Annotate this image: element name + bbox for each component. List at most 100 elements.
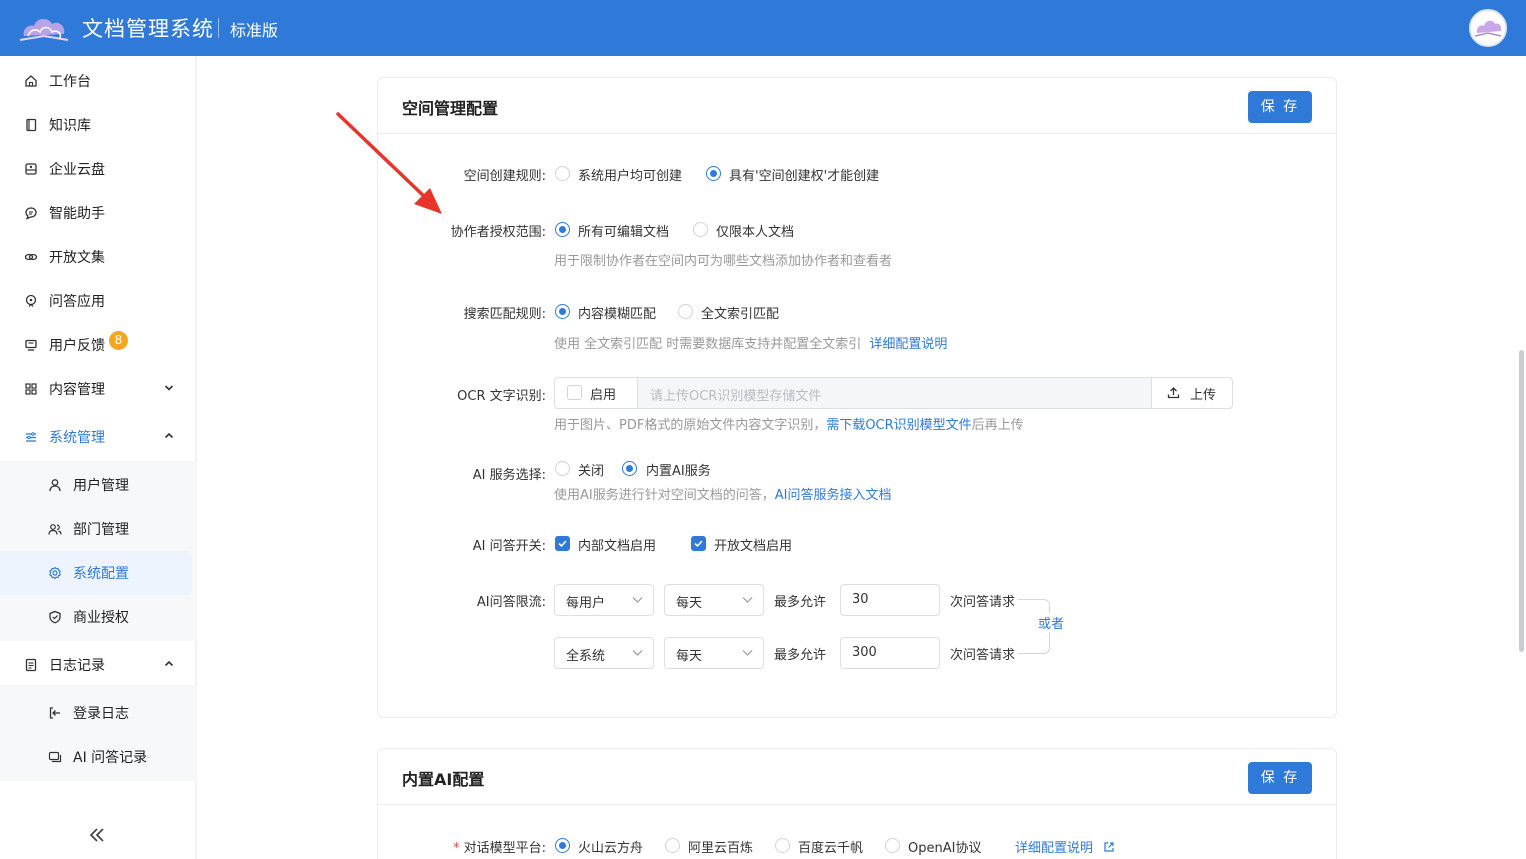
check-icon xyxy=(558,540,567,548)
main-scrollbar[interactable] xyxy=(1519,350,1524,652)
upload-label: 上传 xyxy=(1190,388,1217,403)
card-header: 内置AI配置 保 存 xyxy=(378,749,1336,805)
sidebar-item-knowledge-base[interactable]: 知识库 xyxy=(0,103,196,147)
limit-period-select-user[interactable]: 每天 xyxy=(664,584,764,616)
ocr-file-field[interactable]: 请上传OCR识别模型存储文件 xyxy=(638,378,1152,408)
sidebar-item-login-log[interactable]: 登录日志 xyxy=(0,691,196,735)
main-content: 空间管理配置 保 存 空间创建规则: 系统用户均可创建 具有'空间创建权'才能创… xyxy=(197,56,1526,859)
ai-limit-label: AI问答限流: xyxy=(476,595,546,610)
search-rule-radio-fulltext[interactable] xyxy=(678,304,693,319)
external-link-icon xyxy=(1104,842,1114,852)
platform-radio-volcano[interactable] xyxy=(555,838,570,853)
limit-period-select-system[interactable]: 每天 xyxy=(664,637,764,669)
sidebar-item-label: 知识库 xyxy=(49,118,91,134)
collab-scope-label: 协作者授权范围: xyxy=(450,225,546,240)
sidebar-item-logs[interactable]: 日志记录 xyxy=(0,643,196,687)
ocr-upload-button[interactable]: 上传 xyxy=(1153,378,1233,408)
ocr-upload-group: 启用 请上传OCR识别模型存储文件 上传 xyxy=(554,377,1233,409)
search-rule-label: 搜索匹配规则: xyxy=(463,307,546,322)
sidebar-item-cloud-drive[interactable]: 企业云盘 xyxy=(0,147,196,191)
platform-config-doc-link[interactable]: 详细配置说明 xyxy=(1015,837,1115,856)
app-title: 文档管理系统 xyxy=(82,17,214,41)
sidebar-item-department-management[interactable]: 部门管理 xyxy=(0,507,196,551)
ai-service-radio-off[interactable] xyxy=(555,461,570,476)
ai-internal-docs-label[interactable]: 内部文档启用 xyxy=(578,535,656,554)
ai-service-doc-link[interactable]: AI问答服务接入文档 xyxy=(775,488,892,503)
ai-service-option-off[interactable]: 关闭 xyxy=(578,460,604,479)
platform-radio-aliyun[interactable] xyxy=(665,838,680,853)
search-rule-help-text: 使用 全文索引匹配 时需要数据库支持并配置全文索引 xyxy=(554,337,862,352)
or-label: 或者 xyxy=(1036,613,1067,632)
edition-label: 标准版 xyxy=(230,21,279,40)
sidebar-item-system-config[interactable]: 系统配置 xyxy=(0,551,192,595)
collab-scope-option-editable[interactable]: 所有可编辑文档 xyxy=(578,221,669,240)
platform-radio-openai[interactable] xyxy=(885,838,900,853)
create-rule-option-all[interactable]: 系统用户均可创建 xyxy=(578,165,682,184)
platform-radio-baidu[interactable] xyxy=(775,838,790,853)
sidebar-item-label: 开放文集 xyxy=(49,250,105,266)
create-rule-radio-permission[interactable] xyxy=(706,166,721,181)
sidebar-item-feedback[interactable]: 用户反馈 8 xyxy=(0,323,196,367)
platform-option-volcano[interactable]: 火山云方舟 xyxy=(578,837,643,856)
log-icon xyxy=(25,658,37,672)
save-button[interactable]: 保 存 xyxy=(1248,91,1312,123)
save-button[interactable]: 保 存 xyxy=(1248,762,1312,794)
ocr-enable-label[interactable]: 启用 xyxy=(590,384,616,403)
sidebar-item-label: 部门管理 xyxy=(73,522,129,538)
grid-icon xyxy=(25,383,37,395)
link-icon xyxy=(24,253,38,261)
search-rule-option-fuzzy[interactable]: 内容模糊匹配 xyxy=(578,303,656,322)
search-rule-option-fulltext[interactable]: 全文索引匹配 xyxy=(701,303,779,322)
sidebar-item-label: 用户管理 xyxy=(73,478,129,494)
ai-service-option-builtin[interactable]: 内置AI服务 xyxy=(646,460,711,479)
ocr-help-suffix: 后再上传 xyxy=(971,418,1024,433)
ai-open-docs-label[interactable]: 开放文档启用 xyxy=(714,535,792,554)
create-rule-radio-all[interactable] xyxy=(555,166,570,181)
card-title: 内置AI配置 xyxy=(402,770,485,789)
sidebar-item-qa-app[interactable]: 问答应用 xyxy=(0,279,196,323)
login-icon xyxy=(49,707,60,719)
user-avatar[interactable] xyxy=(1469,9,1507,47)
sidebar-item-content-management[interactable]: 内容管理 xyxy=(0,367,196,411)
collab-scope-radio-own[interactable] xyxy=(693,222,708,237)
ai-open-docs-checkbox[interactable] xyxy=(691,536,706,551)
ocr-help: 用于图片、PDF格式的原始文件内容文字识别，需下载OCR识别模型文件后再上传 xyxy=(554,414,1024,433)
sidebar-item-assistant[interactable]: 智能助手 xyxy=(0,191,196,235)
limit-unit-label-user: 次问答请求 xyxy=(950,595,1016,610)
ocr-model-download-link[interactable]: 需下载OCR识别模型文件 xyxy=(826,418,971,433)
limit-count-input-user[interactable]: 30 xyxy=(840,584,940,616)
limit-scope-select-user[interactable]: 每用户 xyxy=(554,584,654,616)
collapse-sidebar-icon[interactable] xyxy=(86,825,108,845)
shield-icon xyxy=(49,610,61,624)
sidebar-item-open-collection[interactable]: 开放文集 xyxy=(0,235,196,279)
platform-option-aliyun[interactable]: 阿里云百炼 xyxy=(688,837,753,856)
sidebar-item-workbench[interactable]: 工作台 xyxy=(0,59,196,103)
ocr-enable-area[interactable]: 启用 xyxy=(555,378,638,408)
sidebar-item-label: 系统管理 xyxy=(49,430,105,446)
collab-scope-radio-editable[interactable] xyxy=(555,222,570,237)
platform-option-openai[interactable]: OpenAI协议 xyxy=(908,837,981,856)
limit-unit-label-system: 次问答请求 xyxy=(950,648,1016,663)
limit-count-input-system[interactable]: 300 xyxy=(840,637,940,669)
home-icon xyxy=(25,75,37,87)
chevron-down-icon xyxy=(742,650,753,656)
sidebar-item-label: 智能助手 xyxy=(49,206,105,222)
ai-service-radio-builtin[interactable] xyxy=(622,461,637,476)
sidebar-item-user-management[interactable]: 用户管理 xyxy=(0,463,196,507)
platform-option-baidu[interactable]: 百度云千帆 xyxy=(798,837,863,856)
sidebar-item-ai-qa-record[interactable]: AI 问答记录 xyxy=(0,735,196,779)
search-config-doc-link[interactable]: 详细配置说明 xyxy=(869,337,947,352)
ai-service-label: AI 服务选择: xyxy=(472,468,546,483)
sidebar-item-system-management[interactable]: 系统管理 xyxy=(0,415,196,459)
ocr-enable-checkbox[interactable] xyxy=(567,385,582,400)
sidebar-item-label: 系统配置 xyxy=(73,566,129,582)
sidebar-item-label: 工作台 xyxy=(49,74,91,90)
sidebar-item-commercial-license[interactable]: 商业授权 xyxy=(0,595,196,639)
collab-scope-option-own[interactable]: 仅限本人文档 xyxy=(716,221,794,240)
cloud-drive-icon xyxy=(25,163,37,175)
limit-scope-select-system[interactable]: 全系统 xyxy=(554,637,654,669)
platform-label: * 对话模型平台: xyxy=(453,837,546,856)
search-rule-radio-fuzzy[interactable] xyxy=(555,304,570,319)
ai-internal-docs-checkbox[interactable] xyxy=(555,536,570,551)
create-rule-option-permission[interactable]: 具有'空间创建权'才能创建 xyxy=(729,165,879,184)
